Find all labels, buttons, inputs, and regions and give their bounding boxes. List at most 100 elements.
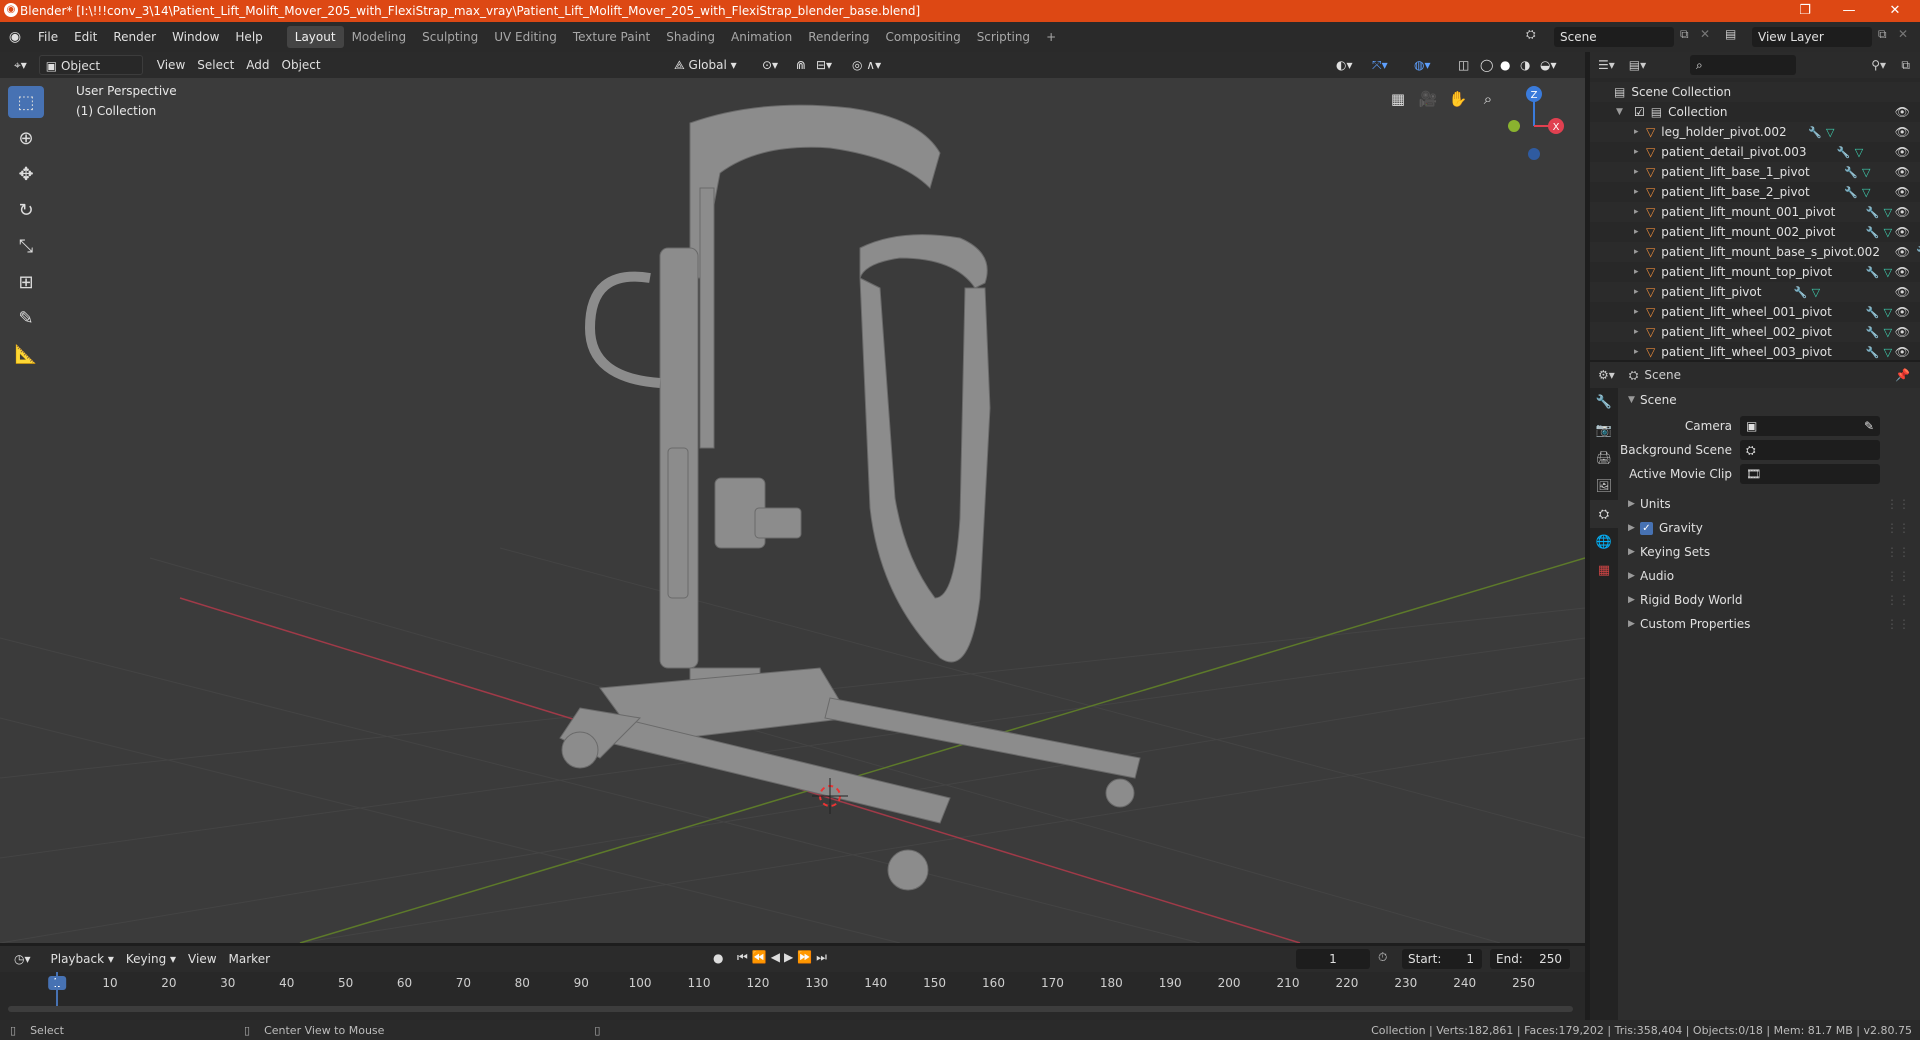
- eye-icon[interactable]: 👁: [1895, 265, 1910, 279]
- outliner-item[interactable]: ▸ ▽ patient_lift_wheel_001_pivot 🔧 ▽ 👁: [1590, 302, 1920, 322]
- tab-sculpting[interactable]: Sculpting: [414, 26, 486, 48]
- close-button[interactable]: ✕: [1872, 0, 1918, 22]
- add-workspace-button[interactable]: +: [1038, 26, 1064, 48]
- playback-controls[interactable]: ⏮⏪◀▶⏩⏭: [737, 950, 831, 965]
- world-tab-icon[interactable]: 🌐: [1590, 528, 1618, 556]
- render-tab-icon[interactable]: 📷: [1590, 416, 1618, 444]
- drag-handle-icon[interactable]: ⋮⋮: [1886, 545, 1910, 559]
- timeline-scrollbar[interactable]: [8, 1006, 1573, 1012]
- mesh-data-icon[interactable]: ▽: [1862, 186, 1870, 199]
- drag-handle-icon[interactable]: ⋮⋮: [1886, 593, 1910, 607]
- outliner-item[interactable]: ▸ ▽ patient_lift_pivot 🔧 ▽ 👁: [1590, 282, 1920, 302]
- menu-render[interactable]: Render: [105, 26, 164, 48]
- menu-help[interactable]: Help: [227, 26, 270, 48]
- scene-tab-icon[interactable]: ⛭: [1590, 500, 1618, 528]
- expand-arrow-icon[interactable]: ▸: [1634, 227, 1646, 237]
- texture-tab-icon[interactable]: ▦: [1590, 556, 1618, 584]
- camera-view-icon[interactable]: 🎥: [1415, 86, 1441, 112]
- minimize-button[interactable]: —: [1826, 0, 1872, 22]
- drag-handle-icon[interactable]: ⋮⋮: [1886, 521, 1910, 535]
- navigation-gizmo[interactable]: Z X: [1498, 80, 1578, 160]
- mesh-data-icon[interactable]: ▽: [1812, 286, 1820, 299]
- expand-arrow-icon[interactable]: ▸: [1634, 147, 1646, 157]
- drag-handle-icon[interactable]: ⋮⋮: [1886, 617, 1910, 631]
- expand-arrow-icon[interactable]: ▸: [1634, 267, 1646, 277]
- record-button[interactable]: ●: [713, 951, 723, 965]
- modifier-icon[interactable]: 🔧: [1866, 266, 1880, 279]
- timeline-editor-icon[interactable]: ◷▾: [8, 949, 37, 969]
- eye-icon[interactable]: 👁: [1895, 185, 1910, 199]
- subpanel-rigid-body-world[interactable]: ▶ Rigid Body World ⋮⋮: [1620, 588, 1920, 612]
- properties-editor-icon[interactable]: ⚙▾: [1598, 368, 1615, 382]
- menu-window[interactable]: Window: [164, 26, 227, 48]
- view-layer-tab-icon[interactable]: 🖼: [1590, 472, 1618, 500]
- eye-icon[interactable]: 👁: [1895, 105, 1910, 119]
- expand-arrow-icon[interactable]: ▸: [1634, 127, 1646, 137]
- tab-layout[interactable]: Layout: [286, 26, 344, 48]
- mesh-data-icon[interactable]: ▽: [1884, 266, 1892, 279]
- modifier-icon[interactable]: 🔧: [1837, 146, 1851, 159]
- menu-playback[interactable]: Playback ▾: [45, 949, 120, 969]
- expand-arrow-icon[interactable]: ▸: [1634, 327, 1646, 337]
- expand-arrow-icon[interactable]: ▸: [1634, 167, 1646, 177]
- new-view-layer-icon[interactable]: ⧉: [1878, 27, 1887, 42]
- modifier-icon[interactable]: 🔧: [1866, 306, 1880, 319]
- tool-tab-icon[interactable]: 🔧: [1590, 388, 1618, 416]
- expand-arrow-icon[interactable]: ▸: [1634, 307, 1646, 317]
- eye-icon[interactable]: 👁: [1895, 145, 1910, 159]
- measure-tool[interactable]: 📐: [8, 338, 44, 370]
- eye-icon[interactable]: 👁: [1895, 165, 1910, 179]
- mesh-data-icon[interactable]: ▽: [1862, 166, 1870, 179]
- outliner-item[interactable]: ▸ ▽ patient_lift_wheel_003_pivot 🔧 ▽ 👁: [1590, 342, 1920, 362]
- outliner-item[interactable]: ▸ ▽ patient_lift_mount_001_pivot 🔧 ▽ 👁: [1590, 202, 1920, 222]
- end-frame-field[interactable]: End: 250: [1490, 949, 1570, 969]
- modifier-icon[interactable]: 🔧: [1866, 226, 1880, 239]
- active-movie-clip-field[interactable]: 🎞: [1740, 464, 1880, 484]
- gizmo-toggle-icon[interactable]: ⤧▾: [1366, 55, 1394, 75]
- outliner-item[interactable]: ▸ ▽ patient_lift_base_2_pivot 🔧 ▽ 👁: [1590, 182, 1920, 202]
- remove-scene-icon[interactable]: ✕: [1700, 27, 1710, 41]
- new-collection-icon[interactable]: ⧉: [1901, 58, 1910, 73]
- outliner-item[interactable]: ▸ ▽ patient_detail_pivot.003 🔧 ▽ 👁: [1590, 142, 1920, 162]
- outliner-editor-icon[interactable]: ☰▾: [1598, 58, 1615, 72]
- gravity-checkbox[interactable]: ✓: [1640, 521, 1653, 535]
- editor-type-icon[interactable]: ⌖▾: [8, 55, 33, 75]
- subpanel-units[interactable]: ▶ Units ⋮⋮: [1620, 492, 1920, 516]
- menu-select[interactable]: Select: [191, 55, 240, 75]
- outliner-item[interactable]: ▸ ▽ patient_lift_wheel_002_pivot 🔧 ▽ 👁: [1590, 322, 1920, 342]
- tab-compositing[interactable]: Compositing: [877, 26, 968, 48]
- modifier-icon[interactable]: 🔧: [1794, 286, 1808, 299]
- drag-handle-icon[interactable]: ⋮⋮: [1886, 569, 1910, 583]
- tab-scripting[interactable]: Scripting: [969, 26, 1038, 48]
- cursor-tool[interactable]: ⊕: [8, 122, 44, 154]
- new-scene-icon[interactable]: ⧉: [1680, 27, 1689, 42]
- eye-icon[interactable]: 👁: [1895, 205, 1910, 219]
- eye-icon[interactable]: 👁: [1895, 225, 1910, 239]
- expand-arrow-icon[interactable]: ▸: [1634, 347, 1646, 357]
- modifier-icon[interactable]: 🔧: [1916, 246, 1920, 259]
- subpanel-gravity[interactable]: ▶ ✓ Gravity ⋮⋮: [1620, 516, 1920, 540]
- tab-animation[interactable]: Animation: [723, 26, 800, 48]
- eyedropper-icon[interactable]: ✎: [1864, 416, 1874, 436]
- mesh-data-icon[interactable]: ▽: [1884, 326, 1892, 339]
- tab-rendering[interactable]: Rendering: [800, 26, 877, 48]
- collection-row[interactable]: ▼ ☑ ▤ Collection 👁: [1590, 102, 1920, 122]
- background-scene-field[interactable]: ⛭: [1740, 440, 1880, 460]
- modifier-icon[interactable]: 🔧: [1844, 186, 1858, 199]
- outliner-item[interactable]: ▸ ▽ patient_lift_mount_top_pivot 🔧 ▽ 👁: [1590, 262, 1920, 282]
- overlay-toggle-icon[interactable]: ◍▾: [1408, 55, 1437, 75]
- remove-view-layer-icon[interactable]: ✕: [1898, 27, 1908, 41]
- scene-collection-row[interactable]: ▤ Scene Collection: [1590, 82, 1920, 102]
- expand-arrow-icon[interactable]: ▸: [1634, 287, 1646, 297]
- menu-add[interactable]: Add: [240, 55, 275, 75]
- start-frame-field[interactable]: Start: 1: [1402, 949, 1482, 969]
- toggle-perspective-icon[interactable]: ▦: [1385, 86, 1411, 112]
- tab-texture-paint[interactable]: Texture Paint: [565, 26, 658, 48]
- filter-icon[interactable]: ⚲▾: [1871, 58, 1886, 72]
- eye-icon[interactable]: 👁: [1895, 325, 1910, 339]
- scene-panel-header[interactable]: ▼ Scene: [1620, 388, 1920, 412]
- collection-checkbox[interactable]: ☑: [1634, 105, 1645, 119]
- output-tab-icon[interactable]: 🖨: [1590, 444, 1618, 472]
- outliner-item[interactable]: ▸ ▽ patient_lift_base_1_pivot 🔧 ▽ 👁: [1590, 162, 1920, 182]
- eye-icon[interactable]: 👁: [1895, 305, 1910, 319]
